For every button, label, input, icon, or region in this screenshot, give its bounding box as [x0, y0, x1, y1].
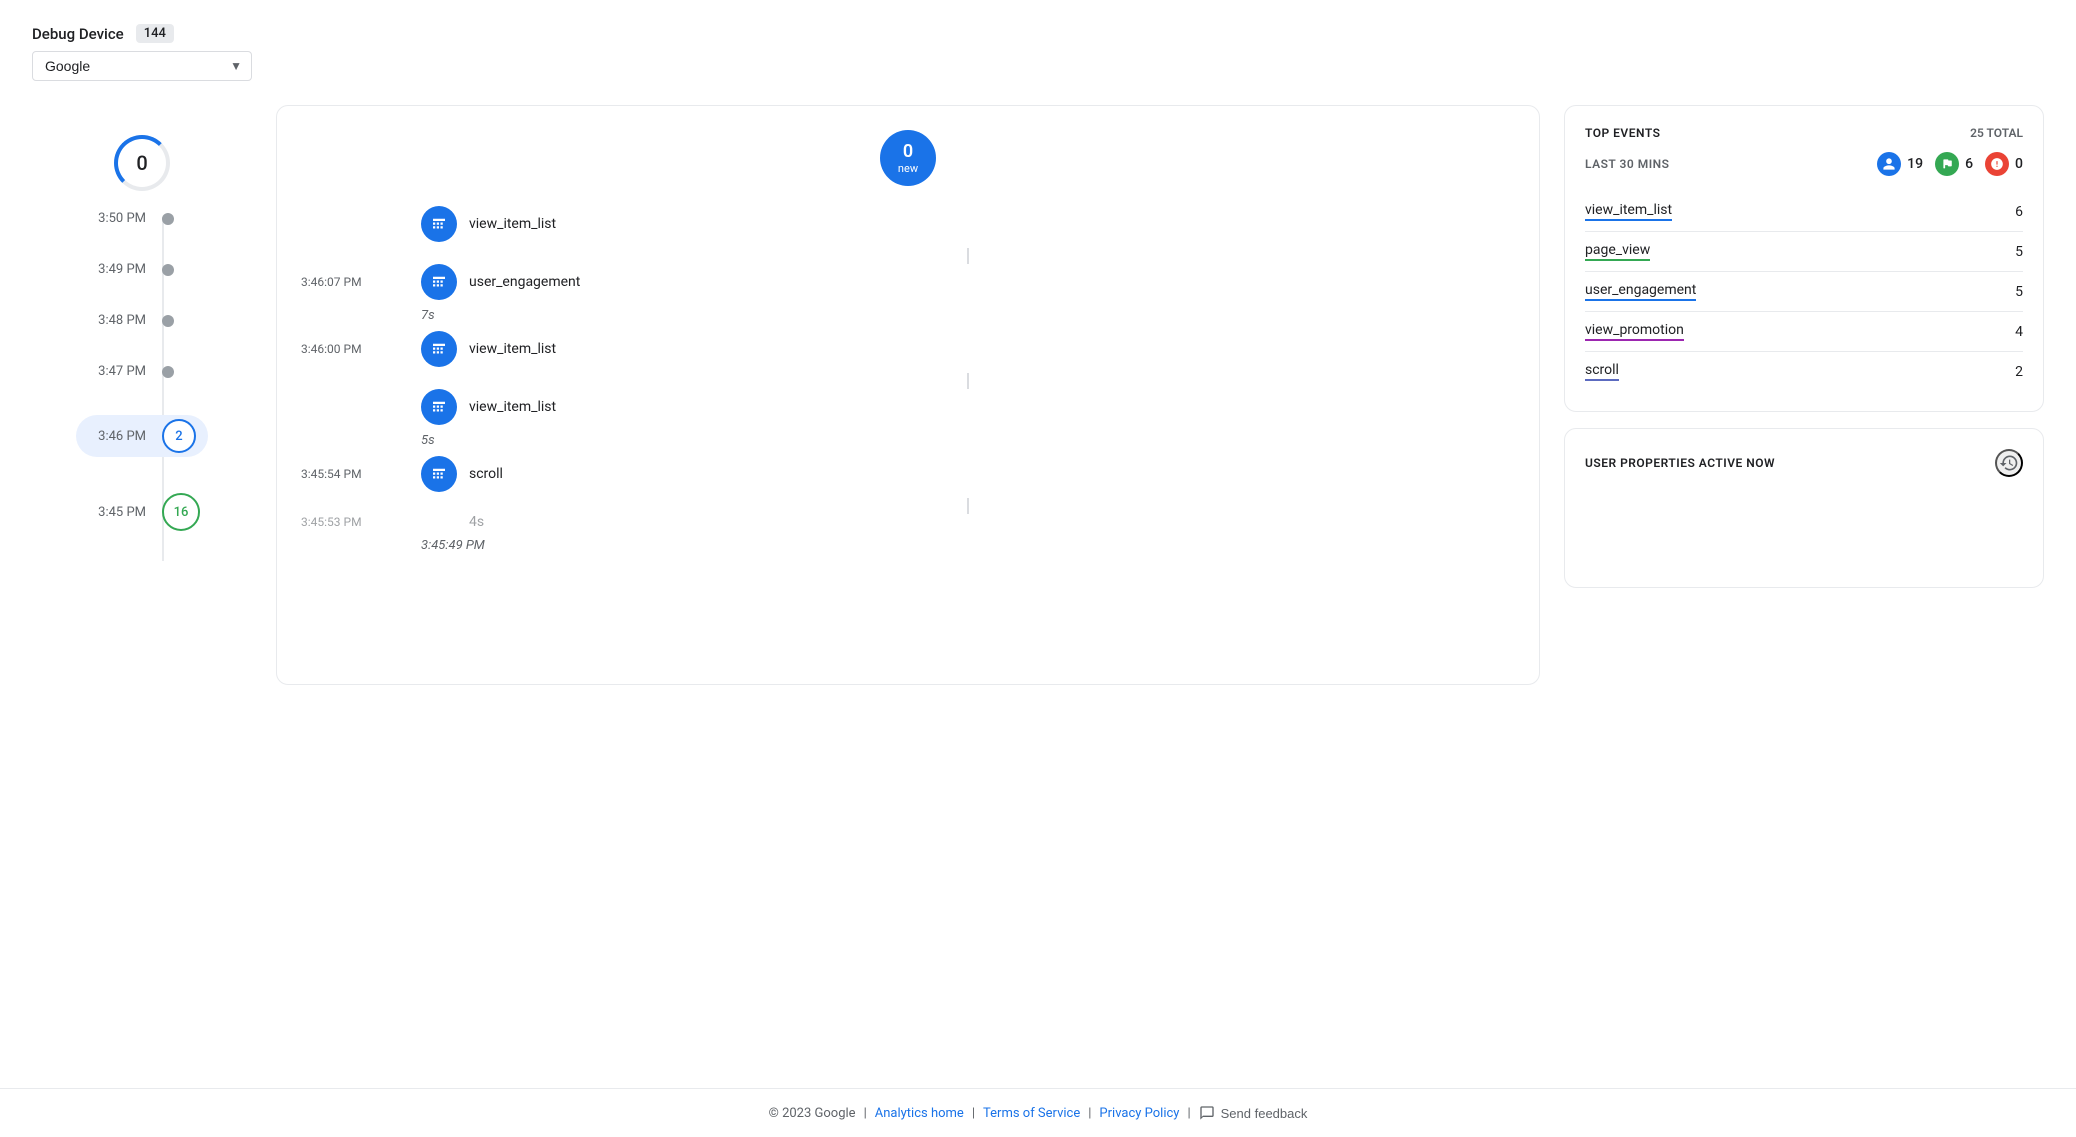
feedback-label: Send feedback [1221, 1106, 1308, 1121]
footer: © 2023 Google | Analytics home | Terms o… [0, 1088, 2076, 1137]
timeline-dot-350[interactable] [162, 213, 174, 225]
event-icon-3 [421, 389, 457, 425]
timeline-row-345[interactable]: 3:45 PM 16 [76, 493, 208, 531]
event-name-1: user_engagement [469, 274, 580, 290]
event-row-0[interactable]: view_item_list [301, 206, 1515, 242]
event-stat-row-4[interactable]: scroll 2 [1585, 352, 2023, 391]
connector-2 [301, 373, 1515, 389]
stat-badge-blue: 19 [1877, 152, 1923, 176]
analytics-home-link[interactable]: Analytics home [875, 1106, 964, 1121]
event-icon-2 [421, 331, 457, 367]
event-stat-name-2: user_engagement [1585, 282, 1696, 301]
event-stat-count-2: 5 [2015, 284, 2023, 300]
history-button[interactable] [1995, 449, 2023, 477]
top-events-card: TOP EVENTS 25 TOTAL LAST 30 MINS 19 [1564, 105, 2044, 412]
stat-badge-orange: 0 [1985, 152, 2023, 176]
event-time-5: 3:45:53 PM [301, 515, 362, 529]
separator-4: | [1187, 1106, 1190, 1121]
count-badge: 144 [136, 24, 174, 43]
google-dropdown-wrapper[interactable]: Google ▼ [32, 51, 252, 81]
event-stat-count-4: 2 [2015, 364, 2023, 380]
event-stat-name-0: view_item_list [1585, 202, 1672, 221]
event-stat-name-3: view_promotion [1585, 322, 1684, 341]
bottom-time: 3:45:49 PM [301, 538, 1515, 553]
separator-2: | [972, 1106, 975, 1121]
event-time-bottom: 4s [421, 514, 484, 530]
time-label-348: 3:48 PM [76, 313, 146, 328]
timeline-row-350: 3:50 PM [76, 211, 208, 226]
google-dropdown[interactable]: Google [32, 51, 252, 81]
timeline-dot-349[interactable] [162, 264, 174, 276]
separator-1: | [864, 1106, 867, 1121]
time-label-349: 3:49 PM [76, 262, 146, 277]
event-stat-row-1[interactable]: page_view 5 [1585, 232, 2023, 272]
event-time-4: 3:45:54 PM [301, 467, 362, 481]
user-properties-card: USER PROPERTIES ACTIVE NOW [1564, 428, 2044, 588]
stat-icon-orange [1985, 152, 2009, 176]
copyright: © 2023 Google [769, 1106, 856, 1121]
timeline-row-346[interactable]: 3:46 PM 2 [76, 415, 208, 457]
timeline-dot-346-active[interactable]: 2 [162, 419, 196, 453]
last-30-label: LAST 30 MINS [1585, 157, 1865, 171]
event-icon-4 [421, 456, 457, 492]
event-stat-row-3[interactable]: view_promotion 4 [1585, 312, 2023, 352]
privacy-link[interactable]: Privacy Policy [1099, 1106, 1179, 1121]
left-timeline-panel: 0 3:50 PM 3:49 PM 3:48 PM [32, 105, 252, 567]
top-events-title: TOP EVENTS [1585, 126, 1660, 140]
timeline-dot-348[interactable] [162, 315, 174, 327]
right-panel: TOP EVENTS 25 TOTAL LAST 30 MINS 19 [1564, 105, 2044, 588]
gap-label-3: 5s [301, 433, 1515, 448]
event-stat-count-3: 4 [2015, 324, 2023, 340]
connector-4 [301, 498, 1515, 514]
event-name-4: scroll [469, 466, 503, 482]
event-icon-0 [421, 206, 457, 242]
timeline-row-347: 3:47 PM [76, 364, 208, 379]
event-row-3[interactable]: view_item_list [301, 389, 1515, 425]
event-time-1: 3:46:07 PM [301, 275, 362, 289]
stat-badge-green: 6 [1935, 152, 1973, 176]
time-label-346: 3:46 PM [76, 429, 146, 444]
events-list: view_item_list 3:46:07 PM user_engagemen… [301, 206, 1515, 561]
timeline-row-348: 3:48 PM [76, 313, 208, 328]
event-stat-name-1: page_view [1585, 242, 1650, 261]
timeline-row-349: 3:49 PM [76, 262, 208, 277]
stat-icon-green [1935, 152, 1959, 176]
event-stat-count-0: 6 [2015, 204, 2023, 220]
timeline-dot-347[interactable] [162, 366, 174, 378]
send-feedback-button[interactable]: Send feedback [1199, 1105, 1308, 1121]
event-stat-row-2[interactable]: user_engagement 5 [1585, 272, 2023, 312]
event-top-circle: 0 new [880, 130, 936, 186]
connector-0 [301, 248, 1515, 264]
time-label-347: 3:47 PM [76, 364, 146, 379]
event-stat-count-1: 5 [2015, 244, 2023, 260]
event-time-2: 3:46:00 PM [301, 342, 362, 356]
debug-device-label: Debug Device [32, 25, 124, 43]
event-name-3: view_item_list [469, 399, 556, 415]
stat-icon-blue [1877, 152, 1901, 176]
event-name-0: view_item_list [469, 216, 556, 232]
event-row-2[interactable]: 3:46:00 PM view_item_list [301, 331, 1515, 367]
gap-label-1: 7s [301, 308, 1515, 323]
event-icon-1 [421, 264, 457, 300]
event-stat-name-4: scroll [1585, 362, 1619, 381]
event-panel: 0 new view_item_list [276, 105, 1540, 685]
time-label-345: 3:45 PM [76, 505, 146, 520]
timeline-top-circle: 0 [114, 135, 170, 191]
event-row-5[interactable]: 3:45:53 PM 4s [301, 514, 1515, 530]
time-label-350: 3:50 PM [76, 211, 146, 226]
top-events-total: 25 TOTAL [1970, 126, 2023, 140]
event-stat-row-0[interactable]: view_item_list 6 [1585, 192, 2023, 232]
timeline-rows: 3:50 PM 3:49 PM 3:48 PM [76, 211, 208, 567]
timeline-dot-345-active[interactable]: 16 [162, 493, 200, 531]
event-name-2: view_item_list [469, 341, 556, 357]
event-row-4[interactable]: 3:45:54 PM scroll [301, 456, 1515, 492]
terms-link[interactable]: Terms of Service [983, 1106, 1080, 1121]
separator-3: | [1088, 1106, 1091, 1121]
event-row-1[interactable]: 3:46:07 PM user_engagement [301, 264, 1515, 300]
user-props-title: USER PROPERTIES ACTIVE NOW [1585, 456, 1775, 470]
event-new-circle: 0 new [880, 130, 936, 186]
